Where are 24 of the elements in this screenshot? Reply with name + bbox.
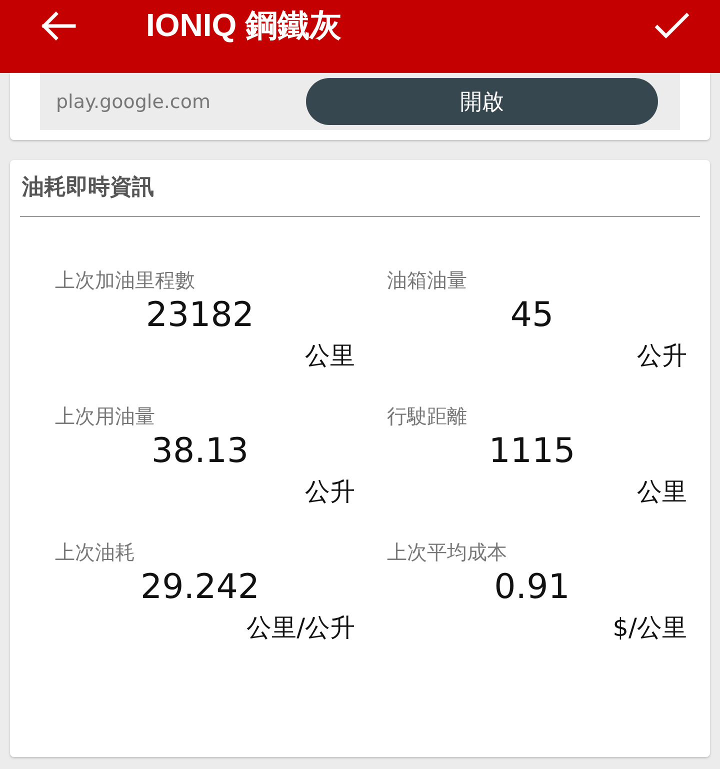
open-button[interactable]: 開啟 <box>306 78 658 125</box>
checkmark-icon[interactable] <box>654 12 690 40</box>
stat-label: 行駛距離 <box>387 403 468 430</box>
stat-value: 38.13 <box>150 431 250 473</box>
banner-source: play.google.com <box>56 90 211 112</box>
stat-value: 45 <box>509 295 555 337</box>
stat-value: 29.242 <box>140 567 260 609</box>
stat-unit: 公升 <box>636 340 687 372</box>
stat-label: 上次油耗 <box>55 539 136 566</box>
stat-unit: 公里 <box>304 340 355 372</box>
app-title: IONIQ 鋼鐵灰 <box>146 6 343 44</box>
stat-unit: 公升 <box>304 476 355 508</box>
stat-value: 1115 <box>488 431 576 473</box>
card-title: 油耗即時資訊 <box>20 174 155 202</box>
stat-unit: $/公里 <box>612 612 687 644</box>
stat-label: 上次加油里程數 <box>55 267 196 294</box>
stat-value: 0.91 <box>493 567 571 609</box>
stat-unit: 公里/公升 <box>246 612 355 644</box>
stat-label: 油箱油量 <box>387 267 468 294</box>
stat-unit: 公里 <box>636 476 687 508</box>
stat-value: 23182 <box>144 295 256 337</box>
stat-label: 上次用油量 <box>55 403 156 430</box>
back-arrow-icon[interactable] <box>40 10 76 40</box>
stat-label: 上次平均成本 <box>387 539 508 566</box>
